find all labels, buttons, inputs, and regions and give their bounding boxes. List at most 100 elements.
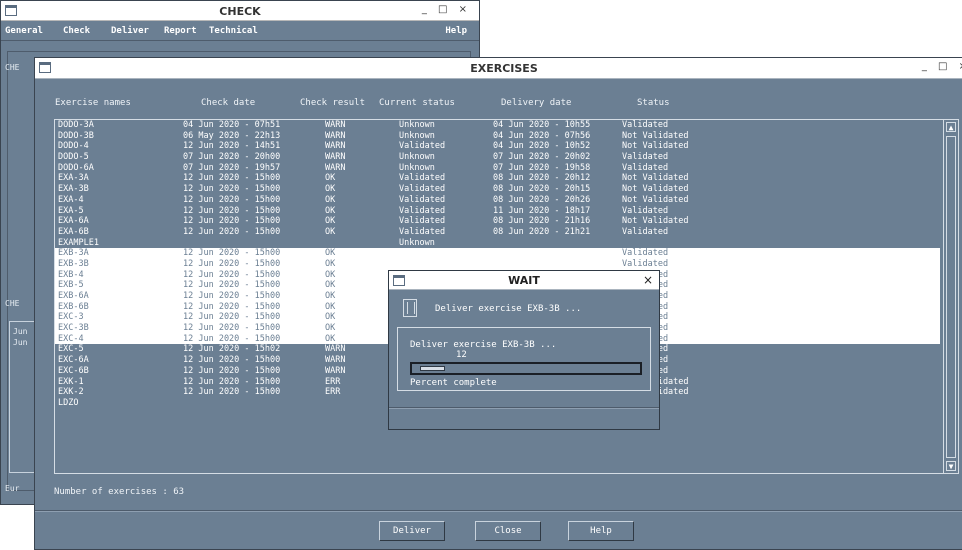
- cell-check-date: 12 Jun 2020 - 15h00: [183, 173, 281, 184]
- table-row[interactable]: DODO-5 07 Jun 2020 - 20h00 WARN Unknown 07 J…: [55, 152, 940, 163]
- cut-label: CHE: [5, 63, 20, 72]
- help-button[interactable]: Help: [568, 521, 634, 541]
- cell-check-date: 12 Jun 2020 - 15h00: [183, 258, 281, 269]
- col-header-check-date[interactable]: Check date: [201, 98, 255, 108]
- cell-check-result: WARN: [325, 355, 346, 366]
- cut-label: CHE: [5, 299, 20, 308]
- cell-check-date: 12 Jun 2020 - 15h00: [183, 194, 281, 205]
- window-controls[interactable]: _ □ ×: [922, 61, 962, 72]
- cut-label: Jun: [13, 338, 28, 347]
- cut-label: Eur: [5, 484, 20, 493]
- menu-technical[interactable]: Technical: [209, 26, 258, 36]
- scroll-up-icon[interactable]: ▲: [946, 122, 956, 132]
- menu-deliver[interactable]: Deliver: [111, 26, 149, 36]
- exercises-title: EXERCISES: [470, 62, 538, 75]
- cell-name: EXB-6A: [58, 291, 89, 301]
- col-header-check-result[interactable]: Check result: [300, 98, 365, 108]
- col-header-delivery-date[interactable]: Delivery date: [501, 98, 571, 108]
- table-row[interactable]: EXA-6B 12 Jun 2020 - 15h00 OK Validated 08 J…: [55, 227, 940, 238]
- cell-name: EXA-6B: [58, 226, 89, 237]
- cell-check-result: OK: [325, 291, 336, 301]
- cut-label: Jun: [13, 327, 28, 336]
- table-row[interactable]: EXA-5 12 Jun 2020 - 15h00 OK Validated 11 Ju…: [55, 206, 940, 217]
- table-row[interactable]: EXAMPLE1 Unknown: [55, 238, 940, 249]
- cell-check-date: 12 Jun 2020 - 15h00: [183, 376, 281, 387]
- cell-delivery-date: 04 Jun 2020 - 07h56: [493, 130, 591, 141]
- scroll-down-icon[interactable]: ▼: [946, 461, 956, 471]
- cell-check-result: ERR: [325, 376, 341, 387]
- cell-check-date: 12 Jun 2020 - 15h00: [183, 365, 281, 376]
- cell-name: EXA-3A: [58, 173, 89, 184]
- progress-percent: 12: [456, 350, 467, 360]
- menu-general[interactable]: General: [5, 26, 43, 36]
- progress-fill: [420, 366, 445, 371]
- table-row[interactable]: DODO-6A 07 Jun 2020 - 19h57 WARN Unknown 07 …: [55, 163, 940, 174]
- col-header-status[interactable]: Status: [637, 98, 670, 108]
- col-header-name[interactable]: Exercise names: [55, 98, 131, 108]
- cell-current-status: Validated: [399, 184, 446, 195]
- close-button[interactable]: Close: [475, 521, 541, 541]
- table-row[interactable]: EXA-3A 12 Jun 2020 - 15h00 OK Validated 08 J…: [55, 173, 940, 184]
- exercises-title-bar[interactable]: EXERCISES _ □ ×: [35, 58, 962, 79]
- cell-check-result: OK: [325, 280, 336, 291]
- table-row[interactable]: EXB-3A 12 Jun 2020 - 15h00 OK Validated: [55, 248, 940, 259]
- cell-name: EXAMPLE1: [58, 237, 99, 248]
- deliver-button[interactable]: Deliver: [379, 521, 445, 541]
- cell-delivery-date: 04 Jun 2020 - 10h55: [493, 120, 591, 130]
- vertical-scrollbar[interactable]: ▲ ▼: [943, 120, 958, 473]
- table-row[interactable]: EXB-3B 12 Jun 2020 - 15h00 OK Validated: [55, 258, 940, 270]
- cell-check-result: OK: [325, 312, 336, 323]
- cell-check-result: OK: [325, 226, 336, 237]
- cell-check-result: OK: [325, 258, 336, 269]
- cell-check-result: WARN: [325, 365, 346, 376]
- cell-status: Not Validated: [622, 184, 689, 195]
- table-row[interactable]: DODO-4 12 Jun 2020 - 14h51 WARN Validated 04…: [55, 141, 940, 152]
- cell-current-status: Validated: [399, 216, 446, 227]
- menu-help[interactable]: Help: [445, 26, 467, 36]
- cell-check-date: 12 Jun 2020 - 15h00: [183, 248, 281, 259]
- menu-check[interactable]: Check: [63, 26, 90, 36]
- table-row[interactable]: DODO-3B 06 May 2020 - 22h13 WARN Unknown 04 …: [55, 131, 940, 142]
- cell-check-date: 04 Jun 2020 - 07h51: [183, 120, 281, 130]
- cell-status: Not Validated: [622, 194, 689, 205]
- cell-check-result: ERR: [325, 387, 341, 398]
- menu-report[interactable]: Report: [164, 26, 197, 36]
- table-row[interactable]: DODO-3A 04 Jun 2020 - 07h51 WARN Unknown 04 …: [55, 120, 940, 131]
- cell-check-result: WARN: [325, 130, 346, 141]
- cell-check-result: OK: [325, 301, 336, 312]
- cell-name: DODO-3B: [58, 130, 94, 141]
- scroll-thumb[interactable]: [946, 136, 956, 458]
- cell-name: EXB-5: [58, 280, 84, 291]
- divider: [389, 407, 659, 409]
- cell-check-date: 06 May 2020 - 22h13: [183, 130, 281, 141]
- cell-delivery-date: 08 Jun 2020 - 20h15: [493, 184, 591, 195]
- cell-current-status: Unknown: [399, 152, 435, 163]
- cell-check-result: WARN: [325, 120, 346, 130]
- cell-current-status: Validated: [399, 194, 446, 205]
- cell-name: DODO-4: [58, 141, 89, 152]
- cell-name: DODO-5: [58, 152, 89, 163]
- table-row[interactable]: EXA-6A 12 Jun 2020 - 15h00 OK Validated 08 J…: [55, 216, 940, 227]
- cell-status: Not Validated: [622, 173, 689, 184]
- cell-check-date: 12 Jun 2020 - 15h00: [183, 280, 281, 291]
- cell-current-status: Unknown: [399, 130, 435, 141]
- check-title-bar[interactable]: CHECK _ □ ×: [1, 1, 479, 21]
- table-row[interactable]: EXA-3B 12 Jun 2020 - 15h00 OK Validated 08 J…: [55, 184, 940, 195]
- cell-check-date: 12 Jun 2020 - 15h00: [183, 301, 281, 312]
- check-title: CHECK: [219, 5, 261, 18]
- wait-title-bar[interactable]: WAIT ×: [389, 271, 659, 290]
- cell-status: Validated: [622, 152, 669, 163]
- cell-name: EXC-6B: [58, 365, 89, 376]
- cell-check-date: 12 Jun 2020 - 15h00: [183, 323, 281, 334]
- cell-check-result: WARN: [325, 344, 346, 355]
- cell-check-result: OK: [325, 323, 336, 334]
- col-header-current-status[interactable]: Current status: [379, 98, 455, 108]
- cell-name: EXB-3B: [58, 258, 89, 269]
- cell-name: EXB-6B: [58, 301, 89, 312]
- wait-title: WAIT: [508, 274, 540, 287]
- cell-check-date: 12 Jun 2020 - 15h00: [183, 312, 281, 323]
- table-row[interactable]: EXA-4 12 Jun 2020 - 15h00 OK Validated 08 Ju…: [55, 195, 940, 206]
- close-icon[interactable]: ×: [643, 273, 653, 287]
- cell-check-result: WARN: [325, 152, 346, 163]
- window-controls[interactable]: _ □ ×: [422, 4, 471, 15]
